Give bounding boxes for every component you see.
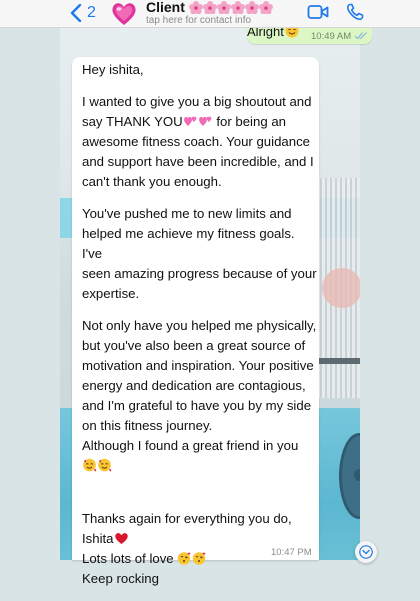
phone-icon <box>346 3 364 21</box>
avatar[interactable] <box>110 0 138 26</box>
message-line: I wanted to give you a big shoutout and <box>82 94 312 109</box>
message-line: expertise. <box>82 286 140 301</box>
smiling-hearts-emoji-icon <box>98 458 112 472</box>
contact-subtitle: tap here for contact info <box>146 15 252 26</box>
unread-count: 2 <box>87 4 96 21</box>
message-line: say THANK YOU for being an <box>82 114 286 129</box>
kiss-emoji-icon <box>193 552 206 565</box>
two-hearts-emoji-icon <box>198 116 212 126</box>
flower-icon <box>258 0 273 14</box>
back-button[interactable]: 2 <box>70 2 96 24</box>
greeting: Hey ishita, <box>82 62 144 77</box>
chevron-down-icon <box>359 545 373 559</box>
contact-name: Client <box>146 0 185 15</box>
message-line: Keep rocking <box>82 571 159 586</box>
message-line: Not only have you helped me physically, <box>82 318 317 333</box>
name-flowers <box>188 0 273 14</box>
outgoing-time: 10:49 AM <box>311 31 352 42</box>
message-line: can't thank you enough. <box>82 174 222 189</box>
two-hearts-emoji-icon <box>183 116 197 126</box>
message-line: Thanks again for everything you do, <box>82 511 292 526</box>
flower-icon <box>202 0 217 14</box>
message-line: on this fitness journey. <box>82 418 213 433</box>
message-line: and support have been incredible, and I <box>82 154 314 169</box>
incoming-time: 10:47 PM <box>271 547 312 558</box>
video-call-icon <box>307 5 329 19</box>
message-line: Although I found a great friend in you <box>82 438 299 453</box>
message-line: seen amazing progress because of your <box>82 266 317 281</box>
message-line: and I'm grateful to have you by my side <box>82 398 312 413</box>
message-line <box>82 456 318 476</box>
message-line: helped me achieve my fitness goals. I've <box>82 226 295 261</box>
video-call-button[interactable] <box>307 3 329 26</box>
voice-call-button[interactable] <box>346 3 364 26</box>
message-line: You've pushed me to new limits and <box>82 206 292 221</box>
contact-name-row: Client <box>146 0 306 14</box>
flower-icon <box>244 0 259 14</box>
message-line: but you've also been a great source of <box>82 338 306 353</box>
read-ticks-icon <box>354 32 367 40</box>
smiling-hearts-emoji-icon <box>83 458 97 472</box>
chat-header: 2 Client tap here for contact info <box>0 0 420 28</box>
chevron-left-icon <box>70 4 82 22</box>
message-line: energy and dedication are contagious, <box>82 378 306 393</box>
avatar-hearts-icon <box>112 3 136 25</box>
incoming-text: Hey ishita, I wanted to give you a big s… <box>82 60 318 601</box>
message-line: Ishita <box>82 529 318 549</box>
kiss-emoji-icon <box>178 552 191 565</box>
flower-icon <box>216 0 231 14</box>
flower-icon <box>188 0 203 14</box>
flower-icon <box>230 0 245 14</box>
message-line: awesome fitness coach. Your guidance <box>82 134 310 149</box>
heart-emoji-icon <box>114 533 128 544</box>
contact-info[interactable]: Client tap here for contact info <box>146 0 306 26</box>
message-line: motivation and inspiration. Your positiv… <box>82 358 314 373</box>
